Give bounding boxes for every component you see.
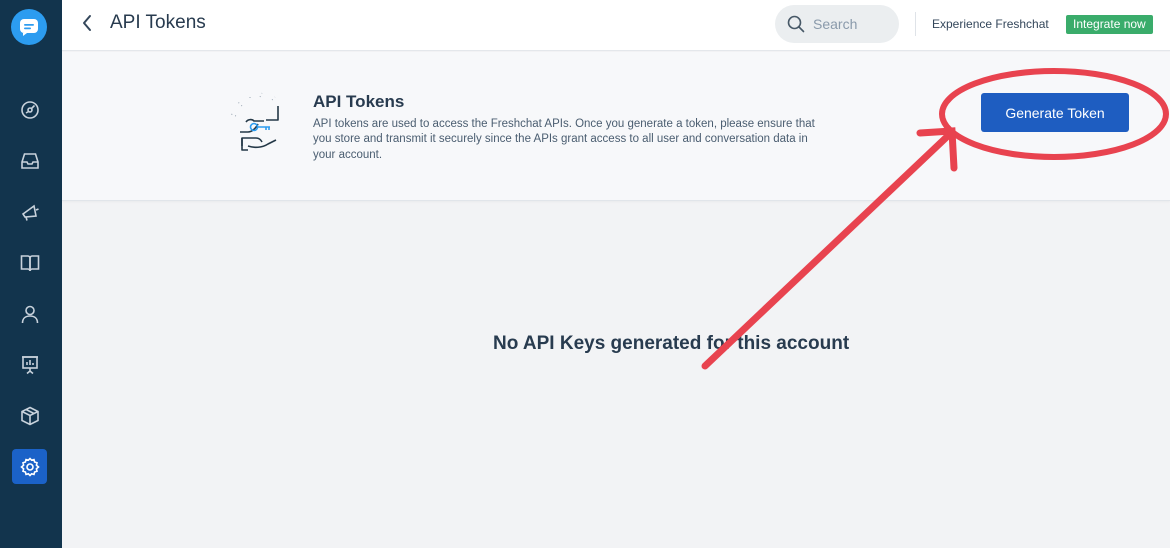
knowledge-base-icon (20, 254, 39, 271)
sidebar-item-reports[interactable] (12, 347, 47, 382)
top-header: API Tokens Experience Freshchat Integrat… (62, 0, 1170, 51)
settings-icon (19, 456, 40, 477)
chevron-left-icon (83, 15, 91, 31)
sidebar-item-settings[interactable] (12, 449, 47, 484)
integrate-now-button[interactable]: Integrate now (1066, 15, 1153, 34)
api-tokens-info-panel: API Tokens API tokens are used to access… (62, 52, 1170, 201)
search-icon (787, 15, 805, 33)
campaigns-icon (21, 204, 39, 221)
back-button[interactable] (76, 12, 98, 34)
sidebar-item-campaigns[interactable] (12, 194, 47, 229)
sidebar-item-dashboard[interactable] (12, 92, 47, 127)
freshchat-logo[interactable] (11, 9, 47, 45)
sidebar (0, 0, 62, 548)
reports-icon (21, 355, 38, 374)
page-title: API Tokens (110, 12, 206, 33)
info-description: API tokens are used to access the Freshc… (313, 118, 815, 161)
sidebar-item-inbox[interactable] (12, 143, 47, 178)
info-title: API Tokens (313, 92, 405, 111)
contacts-icon (21, 305, 38, 323)
search-input[interactable] (813, 16, 893, 32)
header-divider (915, 12, 916, 36)
dashboard-icon (20, 100, 39, 119)
inbox-icon (20, 152, 39, 169)
api-token-illustration-icon (230, 92, 279, 151)
experience-freshchat-text: Experience Freshchat (932, 17, 1049, 31)
generate-token-button[interactable]: Generate Token (981, 93, 1129, 132)
sidebar-item-knowledge-base[interactable] (12, 245, 47, 280)
sidebar-item-contacts[interactable] (12, 296, 47, 331)
empty-state-message: No API Keys generated for this account (493, 333, 850, 354)
integrations-icon (20, 406, 39, 425)
sidebar-item-integrations[interactable] (12, 398, 47, 433)
search-box[interactable] (775, 5, 899, 43)
chat-bubble-icon (20, 19, 38, 36)
